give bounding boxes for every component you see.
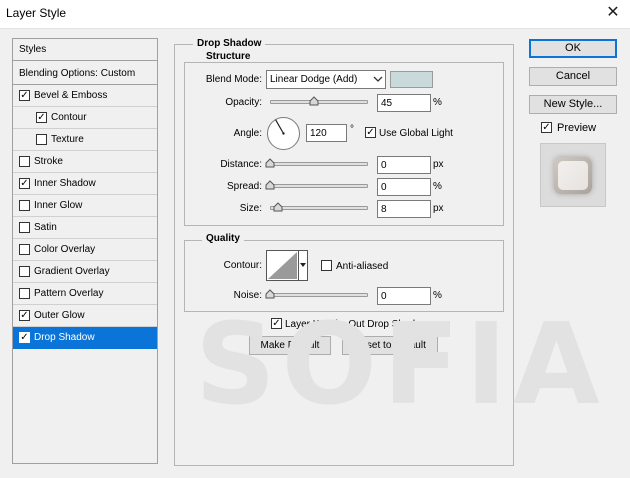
new-style-button[interactable]: New Style... <box>529 95 617 114</box>
size-slider-thumb-icon[interactable] <box>273 202 283 212</box>
checkbox-unchecked-icon[interactable] <box>36 134 47 145</box>
sidebar-item-label: Bevel & Emboss <box>34 90 108 101</box>
sidebar-item-label: Inner Shadow <box>34 178 96 189</box>
cancel-button[interactable]: Cancel <box>529 67 617 86</box>
window-title: Layer Style <box>6 6 67 20</box>
distance-slider[interactable] <box>266 162 368 166</box>
sidebar-item-inner-glow[interactable]: Inner Glow <box>13 195 157 217</box>
close-icon[interactable]: ✕ <box>600 2 626 26</box>
spread-input[interactable]: 0 <box>377 178 431 196</box>
title-bar <box>0 0 630 29</box>
spread-slider-thumb-icon[interactable] <box>265 180 275 190</box>
size-slider[interactable] <box>270 206 368 210</box>
sidebar-item-label: Texture <box>51 134 84 145</box>
noise-slider-thumb-icon[interactable] <box>265 289 275 299</box>
spread-slider[interactable] <box>266 184 368 188</box>
distance-unit: px <box>433 159 444 170</box>
opacity-slider-thumb-icon[interactable] <box>309 96 319 106</box>
nav-blending-label: Blending Options: Custom <box>19 68 136 79</box>
distance-label: Distance: <box>220 159 262 170</box>
anti-aliased-label: Anti-aliased <box>336 261 389 272</box>
checkbox-unchecked-icon[interactable] <box>19 266 30 277</box>
nav-styles[interactable]: Styles <box>13 39 157 61</box>
shadow-color-swatch[interactable] <box>390 71 433 88</box>
angle-input[interactable]: 120 <box>306 124 347 142</box>
drop-shadow-title: Drop Shadow <box>193 38 266 49</box>
chevron-down-icon <box>373 76 383 82</box>
checkbox-unchecked-icon[interactable] <box>19 200 30 211</box>
anti-aliased-checkbox[interactable] <box>321 260 332 271</box>
angle-label: Angle: <box>233 128 262 139</box>
sidebar-item-label: Drop Shadow <box>34 332 95 343</box>
angle-unit: ° <box>350 124 354 135</box>
opacity-input[interactable]: 45 <box>377 94 431 112</box>
contour-label: Contour: <box>223 260 262 271</box>
distance-input[interactable]: 0 <box>377 156 431 174</box>
sidebar-item-satin[interactable]: Satin <box>13 217 157 239</box>
checkbox-unchecked-icon[interactable] <box>19 222 30 233</box>
contour-curve-icon[interactable] <box>266 250 308 281</box>
sidebar-item-texture[interactable]: Texture <box>13 129 157 151</box>
preview-thumbnail <box>540 143 606 207</box>
preview-shape-face <box>558 161 588 190</box>
checkbox-checked-icon[interactable]: ✓ <box>19 90 30 101</box>
noise-slider[interactable] <box>266 293 368 297</box>
use-global-light-label: Use Global Light <box>379 128 453 139</box>
sidebar-item-drop-shadow[interactable]: ✓ Drop Shadow <box>13 327 157 349</box>
quality-title: Quality <box>202 233 244 244</box>
checkbox-checked-icon[interactable]: ✓ <box>19 332 30 343</box>
opacity-label: Opacity: <box>225 97 262 108</box>
sidebar-item-bevel-emboss[interactable]: ✓ Bevel & Emboss <box>13 85 157 107</box>
size-label: Size: <box>239 203 262 214</box>
sidebar-item-label: Inner Glow <box>34 200 83 211</box>
ok-button[interactable]: OK <box>529 39 617 58</box>
blend-mode-label: Blend Mode: <box>205 74 262 85</box>
sidebar-item-pattern-overlay[interactable]: Pattern Overlay <box>13 283 157 305</box>
sidebar-item-stroke[interactable]: Stroke <box>13 151 157 173</box>
sidebar-item-outer-glow[interactable]: ✓ Outer Glow <box>13 305 157 327</box>
watermark-text: SOFIA <box>195 300 606 430</box>
spread-label: Spread: <box>226 181 262 192</box>
sidebar-item-label: Pattern Overlay <box>34 288 104 299</box>
distance-slider-thumb-icon[interactable] <box>265 158 275 168</box>
checkbox-checked-icon[interactable]: ✓ <box>36 112 47 123</box>
size-unit: px <box>433 203 444 214</box>
size-input[interactable]: 8 <box>377 200 431 218</box>
sidebar-item-label: Satin <box>34 222 57 233</box>
sidebar-item-label: Contour <box>51 112 87 123</box>
sidebar-item-label: Stroke <box>34 156 63 167</box>
preview-shape <box>554 157 592 194</box>
sidebar-item-label: Gradient Overlay <box>34 266 110 277</box>
checkbox-unchecked-icon[interactable] <box>19 244 30 255</box>
structure-title: Structure <box>202 51 255 62</box>
styles-list: Styles Blending Options: Custom ✓ Bevel &… <box>12 38 158 464</box>
checkbox-checked-icon[interactable]: ✓ <box>19 310 30 321</box>
checkbox-unchecked-icon[interactable] <box>19 288 30 299</box>
blend-mode-value: Linear Dodge (Add) <box>270 74 358 85</box>
checkbox-unchecked-icon[interactable] <box>19 156 30 167</box>
sidebar-item-label: Outer Glow <box>34 310 85 321</box>
nav-blending-options[interactable]: Blending Options: Custom <box>13 63 157 85</box>
spread-unit: % <box>433 181 442 192</box>
preview-checkbox[interactable]: ✓ <box>541 122 552 133</box>
blend-mode-select[interactable]: Linear Dodge (Add) <box>266 70 386 89</box>
sidebar-item-inner-shadow[interactable]: ✓ Inner Shadow <box>13 173 157 195</box>
angle-dial-icon[interactable] <box>266 116 301 151</box>
sidebar-item-gradient-overlay[interactable]: Gradient Overlay <box>13 261 157 283</box>
sidebar-item-label: Color Overlay <box>34 244 96 255</box>
opacity-unit: % <box>433 97 442 108</box>
sidebar-item-contour[interactable]: ✓ Contour <box>13 107 157 129</box>
checkbox-checked-icon[interactable]: ✓ <box>19 178 30 189</box>
nav-styles-label: Styles <box>19 44 47 55</box>
use-global-light-checkbox[interactable]: ✓ <box>365 127 376 138</box>
sidebar-item-color-overlay[interactable]: Color Overlay <box>13 239 157 261</box>
preview-label: Preview <box>557 122 597 134</box>
